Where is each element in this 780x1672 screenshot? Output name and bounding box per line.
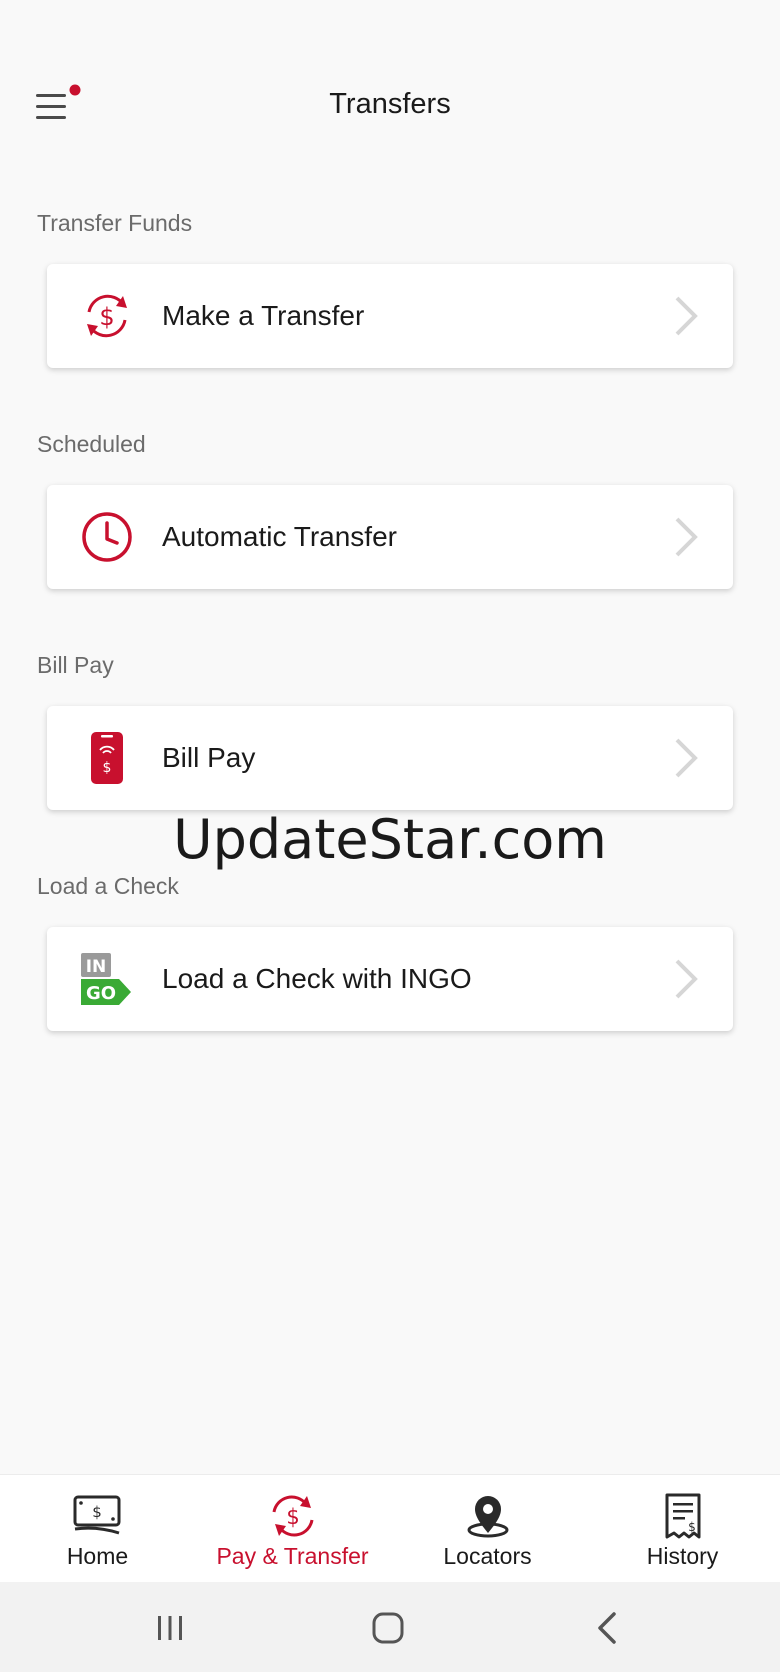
make-transfer-label: Make a Transfer <box>162 300 365 331</box>
bill-pay-button[interactable]: $ Bill Pay <box>47 706 733 810</box>
bottom-tab-bar: $ Home $ Pay & Transfer Locators $ Histo… <box>0 1474 780 1583</box>
receipt-icon: $ <box>665 1493 701 1539</box>
dollar-cycle-icon: $ <box>272 1495 314 1537</box>
money-icon: $ <box>73 1495 121 1535</box>
location-pin-icon <box>467 1496 509 1538</box>
watermark-text: UpdateStar.com <box>173 808 607 871</box>
svg-text:IN: IN <box>86 957 107 977</box>
make-transfer-button[interactable]: $ Make a Transfer <box>47 264 733 368</box>
svg-text:$: $ <box>99 303 114 331</box>
system-navigation-bar <box>0 1582 780 1672</box>
svg-text:$: $ <box>286 1505 299 1529</box>
dollar-cycle-icon: $ <box>87 294 127 338</box>
phone-pay-icon: $ <box>91 732 123 784</box>
section-label-transfer-funds: Transfer Funds <box>37 210 193 236</box>
tab-locators-label: Locators <box>443 1543 532 1569</box>
tab-home[interactable]: $ Home <box>0 1475 195 1583</box>
svg-text:$: $ <box>688 1520 696 1534</box>
svg-text:$: $ <box>92 1503 102 1521</box>
chevron-right-icon <box>675 517 698 557</box>
tab-locators[interactable]: Locators <box>390 1475 585 1583</box>
section-label-load-check: Load a Check <box>37 873 179 899</box>
section-label-scheduled: Scheduled <box>37 431 146 457</box>
svg-text:$: $ <box>103 760 112 776</box>
clock-icon <box>82 512 132 562</box>
section-label-bill-pay: Bill Pay <box>37 652 114 678</box>
tab-home-label: Home <box>66 1543 129 1569</box>
home-system-button[interactable] <box>364 1604 412 1652</box>
load-check-button[interactable]: IN GO Load a Check with INGO <box>47 927 733 1031</box>
automatic-transfer-label: Automatic Transfer <box>162 521 397 552</box>
chevron-right-icon <box>675 738 698 778</box>
tab-pay-transfer-label: Pay & Transfer <box>216 1543 369 1569</box>
back-system-button[interactable] <box>584 1604 632 1652</box>
ingo-logo-icon: IN GO <box>81 953 131 1005</box>
load-check-label: Load a Check with INGO <box>162 963 472 994</box>
tab-pay-transfer[interactable]: $ Pay & Transfer <box>195 1475 390 1583</box>
recent-apps-button[interactable] <box>146 1604 194 1652</box>
chevron-right-icon <box>675 296 698 336</box>
tab-history-label: History <box>646 1543 719 1569</box>
svg-text:GO: GO <box>86 983 116 1004</box>
tab-history[interactable]: $ History <box>585 1475 780 1583</box>
bill-pay-label: Bill Pay <box>162 742 256 773</box>
chevron-right-icon <box>675 959 698 999</box>
page-title: Transfers <box>329 88 451 120</box>
app-header: Transfers <box>0 0 780 190</box>
automatic-transfer-button[interactable]: Automatic Transfer <box>47 485 733 589</box>
